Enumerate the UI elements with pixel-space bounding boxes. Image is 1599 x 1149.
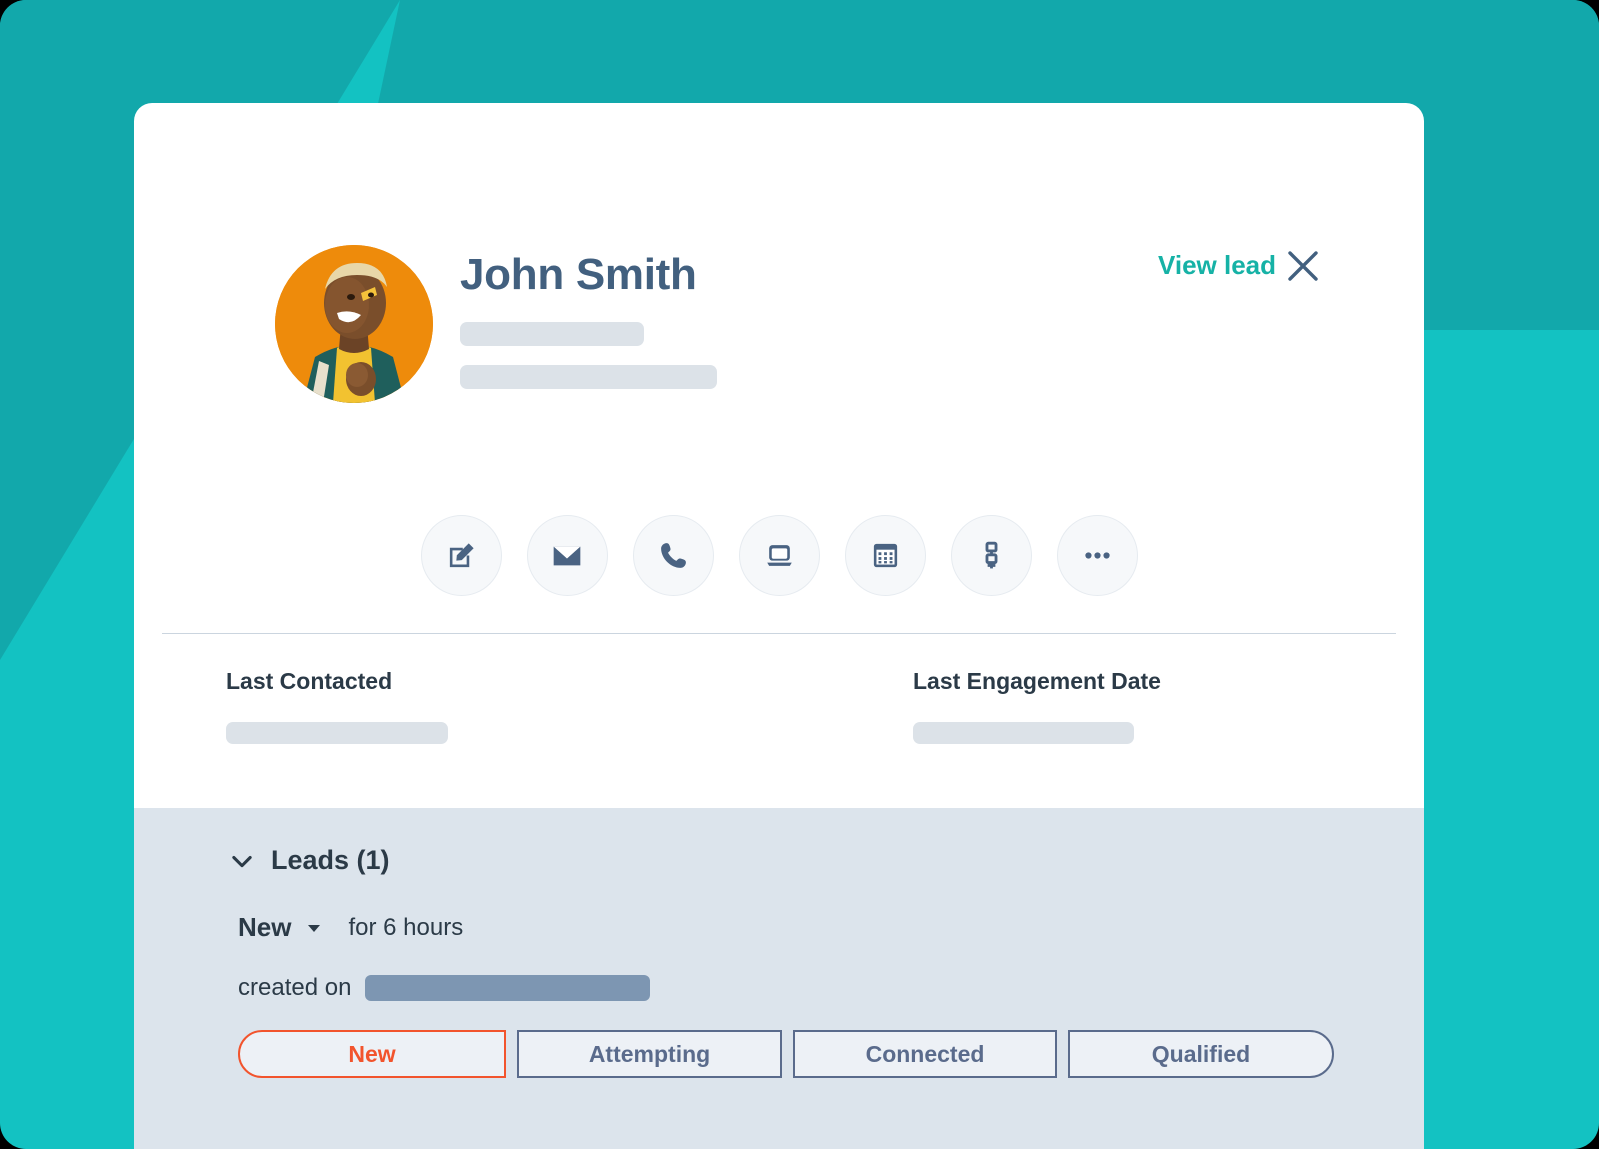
card-header: John Smith View lead Last Contacted Last… (134, 103, 1424, 808)
close-icon[interactable] (1286, 249, 1320, 283)
view-lead-link[interactable]: View lead (1158, 250, 1276, 281)
lead-stage-select[interactable]: New (238, 912, 291, 943)
last-engagement-label: Last Engagement Date (913, 668, 1161, 694)
lead-pipeline: New Attempting Connected Qualified (238, 1030, 1334, 1078)
created-on-value-placeholder (365, 975, 651, 1001)
lead-stage-duration: for 6 hours (348, 913, 464, 941)
pipeline-stage-attempting[interactable]: Attempting (517, 1030, 782, 1078)
log-icon (764, 540, 795, 571)
chevron-down-icon (228, 847, 256, 875)
section-divider (162, 633, 1396, 634)
placeholder-line-2 (460, 365, 717, 389)
email-icon (551, 540, 583, 572)
background-stage: John Smith View lead Last Contacted Last… (0, 0, 1599, 1149)
more-button[interactable] (1056, 515, 1138, 596)
created-on-row: created on (238, 974, 651, 1002)
avatar (275, 245, 433, 403)
workflow-button[interactable] (950, 515, 1032, 596)
placeholder-line-1 (460, 322, 644, 346)
task-button[interactable] (844, 515, 926, 596)
note-icon (446, 540, 477, 571)
last-contacted-field: Last Contacted (226, 668, 448, 744)
created-on-label: created on (238, 974, 352, 1001)
chevron-down-small-icon[interactable] (304, 918, 324, 938)
note-button[interactable] (420, 515, 502, 596)
last-engagement-value-placeholder (913, 722, 1134, 744)
page-title: John Smith (460, 250, 697, 299)
more-icon (1082, 540, 1113, 571)
last-contacted-label: Last Contacted (226, 668, 393, 694)
leads-section-toggle[interactable]: Leads (1) (228, 845, 390, 876)
action-button-row (134, 515, 1424, 596)
leads-section-title: Leads (1) (271, 845, 390, 875)
last-contacted-value-placeholder (226, 722, 448, 744)
call-icon (658, 540, 689, 571)
log-button[interactable] (738, 515, 820, 596)
email-button[interactable] (526, 515, 608, 596)
contact-card: John Smith View lead Last Contacted Last… (134, 103, 1424, 1149)
last-engagement-field: Last Engagement Date (913, 668, 1161, 744)
leads-panel: Leads (1) New for 6 hours created on New… (134, 808, 1424, 1149)
lead-stage-row: New for 6 hours (238, 912, 463, 943)
task-icon (870, 540, 901, 571)
workflow-icon (976, 540, 1007, 571)
pipeline-stage-connected[interactable]: Connected (793, 1030, 1057, 1078)
pipeline-stage-new[interactable]: New (238, 1030, 506, 1078)
call-button[interactable] (632, 515, 714, 596)
pipeline-stage-qualified[interactable]: Qualified (1068, 1030, 1334, 1078)
